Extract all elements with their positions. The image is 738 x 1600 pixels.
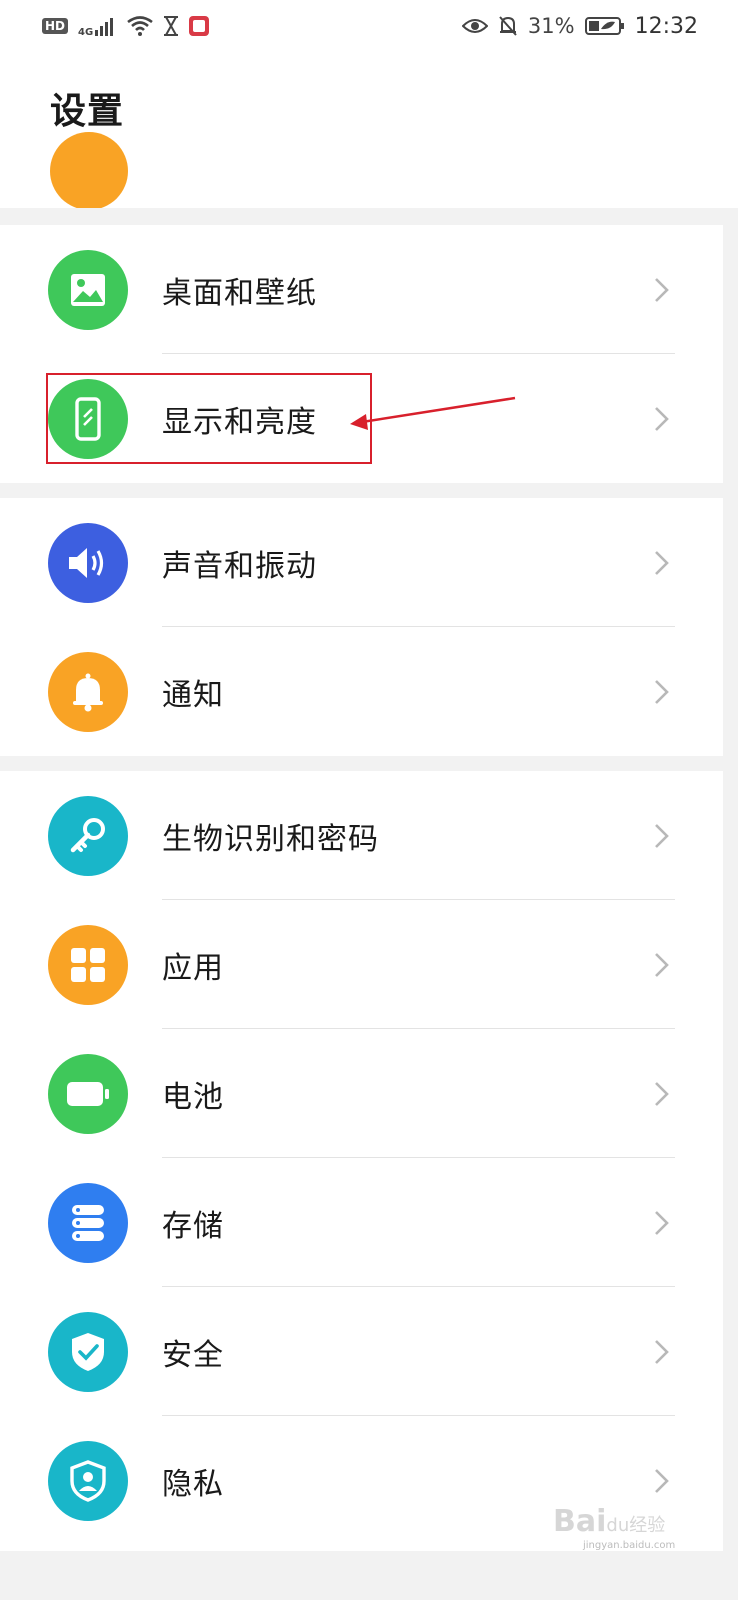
chevron-right-icon (655, 1339, 669, 1364)
settings-item-label: 通知 (162, 677, 224, 713)
network-type: 4G (78, 27, 94, 38)
key-icon (48, 795, 128, 876)
settings-group-3: 生物识别和密码 应用 电池 存储 安全 隐私 (0, 771, 723, 1551)
watermark-brand: Bai (553, 1504, 607, 1539)
settings-item-label: 电池 (162, 1079, 224, 1115)
watermark-url: jingyan.baidu.com (583, 1540, 676, 1551)
chevron-right-icon (655, 823, 669, 848)
settings-item-battery[interactable]: 电池 (0, 1029, 723, 1158)
settings-item-notifications[interactable]: 通知 (0, 627, 723, 756)
wifi-icon (127, 16, 153, 36)
apps-grid-icon (48, 924, 128, 1005)
settings-item-label: 桌面和壁纸 (162, 275, 317, 311)
settings-item-label: 应用 (162, 950, 224, 986)
settings-item-security[interactable]: 安全 (0, 1287, 723, 1416)
privacy-icon (48, 1440, 128, 1521)
watermark-cn: 经验 (629, 1515, 666, 1536)
chevron-right-icon (655, 1210, 669, 1235)
security-shield-icon (48, 1311, 128, 1392)
settings-item-apps[interactable]: 应用 (0, 900, 723, 1029)
watermark-brand-suffix: du (606, 1515, 630, 1536)
battery-percent: 31% (527, 14, 575, 38)
app-notification-icon (189, 16, 210, 36)
chevron-right-icon (655, 277, 669, 302)
settings-item-label: 声音和振动 (162, 548, 317, 584)
settings-item-sound[interactable]: 声音和振动 (0, 498, 723, 627)
hourglass-icon (164, 16, 179, 36)
chevron-right-icon (655, 1081, 669, 1106)
chevron-right-icon (655, 952, 669, 977)
settings-item-biometrics[interactable]: 生物识别和密码 (0, 771, 723, 900)
battery-status-icon (584, 17, 624, 35)
baidu-watermark: Baidu经验 (553, 1504, 665, 1539)
hd-badge: HD (42, 18, 69, 34)
clock: 12:32 (634, 13, 698, 39)
chevron-right-icon (655, 1468, 669, 1493)
status-bar: HD 4G 31% 12:32 (0, 0, 738, 52)
chevron-right-icon (655, 550, 669, 575)
page-title: 设置 (50, 91, 125, 132)
settings-item-label: 存储 (162, 1208, 224, 1244)
settings-header: 设置 (0, 52, 738, 208)
settings-item-label: 安全 (162, 1337, 224, 1373)
notification-bell-icon (48, 651, 128, 732)
settings-item-label: 隐私 (162, 1466, 224, 1502)
chevron-right-icon (655, 406, 669, 431)
status-bar-left: HD 4G (42, 14, 210, 38)
chevron-right-icon (655, 679, 669, 704)
battery-icon (48, 1053, 128, 1134)
status-bar-right: 31% 12:32 (461, 13, 698, 39)
settings-item-wallpaper[interactable]: 桌面和壁纸 (0, 225, 723, 354)
annotation-highlight-box (46, 373, 372, 464)
sound-icon (48, 522, 128, 603)
muted-bell-icon (499, 16, 517, 36)
storage-icon (48, 1182, 128, 1263)
wallpaper-icon (48, 249, 128, 330)
settings-item-storage[interactable]: 存储 (0, 1158, 723, 1287)
settings-group-2: 声音和振动 通知 (0, 498, 723, 756)
signal-icon (95, 18, 114, 36)
partially-hidden-icon (50, 132, 128, 208)
eye-comfort-icon (461, 19, 488, 33)
settings-item-label: 生物识别和密码 (162, 821, 379, 857)
